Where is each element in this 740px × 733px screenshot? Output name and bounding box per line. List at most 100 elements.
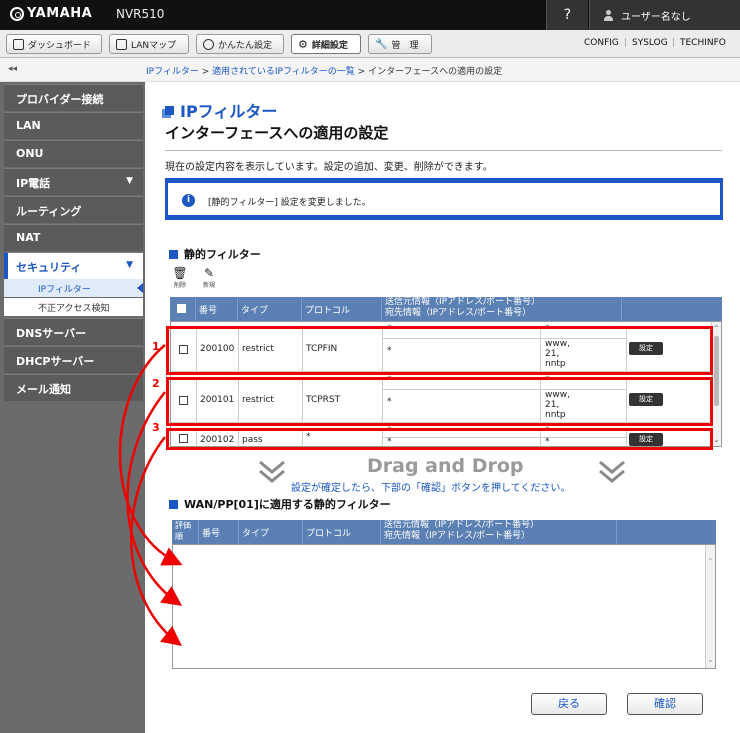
info-message-text: [静的フィルター] 設定を変更しました。	[208, 198, 371, 208]
sidebar-item-routing[interactable]: ルーティング	[4, 196, 143, 223]
col-no: 番号	[196, 297, 238, 321]
heading-text: WAN/PP[01]に適用する静的フィルター	[184, 498, 391, 511]
drag-arrow-3	[130, 436, 182, 647]
link-separator: |	[624, 38, 628, 48]
sidebar-item-label: メール通知	[16, 383, 71, 396]
col-dst: 宛先情報（IPアドレス/ポート番号）	[384, 531, 531, 541]
sidebar-subitem-ip-filter[interactable]: IPフィルター	[4, 279, 143, 297]
select-all-checkbox[interactable]	[177, 304, 186, 313]
col-src-dst: 送信元情報（IPアドレス/ポート番号） 宛先情報（IPアドレス/ポート番号）	[381, 520, 617, 544]
applied-filter-drop-zone[interactable]: ⌃ ⌄	[172, 544, 716, 669]
tab-label: LANマップ	[131, 40, 177, 51]
back-button[interactable]: 戻る	[531, 693, 607, 715]
sidebar-item-provider[interactable]: プロバイダー接続	[4, 84, 143, 111]
user-menu[interactable]: ユーザー名なし	[589, 0, 740, 30]
col-protocol: プロトコル	[302, 297, 382, 321]
help-button[interactable]: ?	[546, 0, 588, 30]
page-subtitle: インターフェースへの適用の設定	[165, 124, 389, 142]
yamaha-logo: YAMAHA	[10, 6, 92, 21]
tab-lan-map[interactable]: LANマップ	[109, 34, 189, 54]
new-edit-icon: ✎	[203, 266, 215, 280]
collapse-sidebar-icon[interactable]: ◂◂	[8, 64, 17, 74]
scroll-up-icon[interactable]: ⌃	[713, 324, 720, 333]
drag-arrows-overlay	[118, 344, 183, 647]
tab-advanced-settings[interactable]: ⚙ 詳細設定	[291, 34, 361, 54]
breadcrumb-bar: ◂◂ IPフィルター > 適用されているIPフィルターの一覧 > インターフェー…	[0, 58, 740, 82]
page-title: IPフィルター	[165, 98, 277, 122]
sidebar-item-security[interactable]: セキュリティ ▼	[4, 252, 143, 279]
link-syslog[interactable]: SYSLOG	[632, 38, 668, 48]
drag-drop-title: Drag and Drop	[367, 455, 524, 477]
tab-label: かんたん設定	[218, 40, 273, 51]
sidebar-item-onu[interactable]: ONU	[4, 140, 143, 167]
breadcrumb-ip-filter[interactable]: IPフィルター	[146, 67, 199, 77]
heading-text: 静的フィルター	[184, 248, 261, 261]
col-type: タイプ	[239, 520, 303, 544]
page-description: 現在の設定内容を表示しています。設定の追加、変更、削除ができます。	[165, 162, 493, 173]
tab-easy-setup[interactable]: かんたん設定	[196, 34, 284, 54]
scroll-down-icon[interactable]: ⌄	[713, 435, 720, 444]
sidebar-item-label: ONU	[16, 147, 44, 160]
info-icon: i	[182, 194, 195, 207]
selected-pointer-icon	[137, 283, 143, 293]
highlight-box-1	[166, 326, 713, 375]
chevron-down-icon: ▼	[126, 260, 133, 270]
scroll-down-icon[interactable]: ⌄	[707, 655, 714, 664]
delete-label: 削除	[173, 282, 186, 289]
chevron-down-left-icon	[259, 460, 285, 483]
sidebar-item-label: DHCPサーバー	[16, 355, 95, 368]
heading-marker-icon	[169, 249, 178, 259]
delete-button[interactable]: 🗑 削除	[170, 266, 190, 290]
tab-management[interactable]: 🔧 管 理	[368, 34, 432, 54]
sidebar-item-label: セキュリティ	[16, 261, 82, 274]
new-button[interactable]: ✎ 新規	[199, 266, 219, 290]
applied-filter-heading: WAN/PP[01]に適用する静的フィルター	[169, 496, 391, 512]
tab-label: 詳細設定	[311, 40, 348, 51]
col-src: 送信元情報（IPアドレス/ポート番号）	[385, 297, 541, 307]
link-techinfo[interactable]: TECHINFO	[680, 38, 726, 48]
sidebar-item-label: ルーティング	[16, 205, 82, 218]
divider	[165, 150, 722, 151]
breadcrumb-separator: >	[198, 67, 213, 77]
confirm-button[interactable]: 確認	[627, 693, 703, 715]
user-name: ユーザー名なし	[621, 11, 691, 23]
main-toolbar: ダッシュボード LANマップ かんたん設定 ⚙ 詳細設定 🔧 管 理 CONFIG …	[0, 30, 740, 58]
wrench-icon: 🔧	[375, 38, 388, 50]
col-src: 送信元情報（IPアドレス/ポート番号）	[384, 520, 540, 530]
tab-dashboard[interactable]: ダッシュボード	[6, 34, 102, 54]
chevron-down-right-icon	[599, 460, 625, 483]
scrollbar-thumb[interactable]	[714, 336, 719, 406]
filter-icon	[165, 105, 174, 115]
applied-filter-table-header: 評価順 番号 タイプ プロトコル 送信元情報（IPアドレス/ポート番号） 宛先情報…	[172, 520, 716, 544]
sidebar-item-label: プロバイダー接続	[16, 93, 104, 106]
lan-map-icon	[116, 38, 127, 50]
link-config[interactable]: CONFIG	[584, 38, 619, 48]
sidebar-item-lan[interactable]: LAN	[4, 112, 143, 139]
wizard-icon	[203, 38, 214, 50]
scroll-up-icon[interactable]: ⌃	[707, 557, 714, 566]
main-content: IPフィルター インターフェースへの適用の設定 現在の設定内容を表示しています。…	[118, 82, 740, 733]
col-src-dst: 送信元情報（IPアドレス/ポート番号） 宛先情報（IPアドレス/ポート番号）	[382, 297, 622, 321]
select-all-cell	[170, 297, 196, 321]
sidebar-subitem-intrusion[interactable]: 不正アクセス検知	[4, 298, 143, 316]
dashboard-icon	[13, 38, 24, 50]
col-action	[617, 520, 716, 544]
tab-label: 管 理	[391, 40, 419, 51]
model-name: NVR510	[116, 7, 165, 21]
brand-name: YAMAHA	[27, 6, 93, 21]
drop-zone-scrollbar[interactable]: ⌃ ⌄	[705, 545, 715, 668]
user-icon	[604, 9, 613, 21]
sidebar-item-label: IP電話	[16, 177, 51, 190]
breadcrumb-current: インターフェースへの適用の設定	[368, 67, 503, 77]
breadcrumb: IPフィルター > 適用されているIPフィルターの一覧 > インターフェースへの…	[146, 64, 502, 77]
tab-label: ダッシュボード	[28, 40, 92, 51]
drag-arrow-1	[118, 344, 183, 566]
sidebar-item-nat[interactable]: NAT	[4, 224, 143, 251]
trash-icon: 🗑	[172, 266, 188, 280]
chevron-down-icon: ▼	[126, 176, 133, 186]
gear-icon: ⚙	[298, 37, 308, 51]
sidebar-item-label: 不正アクセス検知	[38, 304, 110, 314]
breadcrumb-applied-list[interactable]: 適用されているIPフィルターの一覧	[212, 67, 355, 77]
sidebar-item-ip-phone[interactable]: IP電話 ▼	[4, 168, 143, 195]
col-no: 番号	[199, 520, 239, 544]
